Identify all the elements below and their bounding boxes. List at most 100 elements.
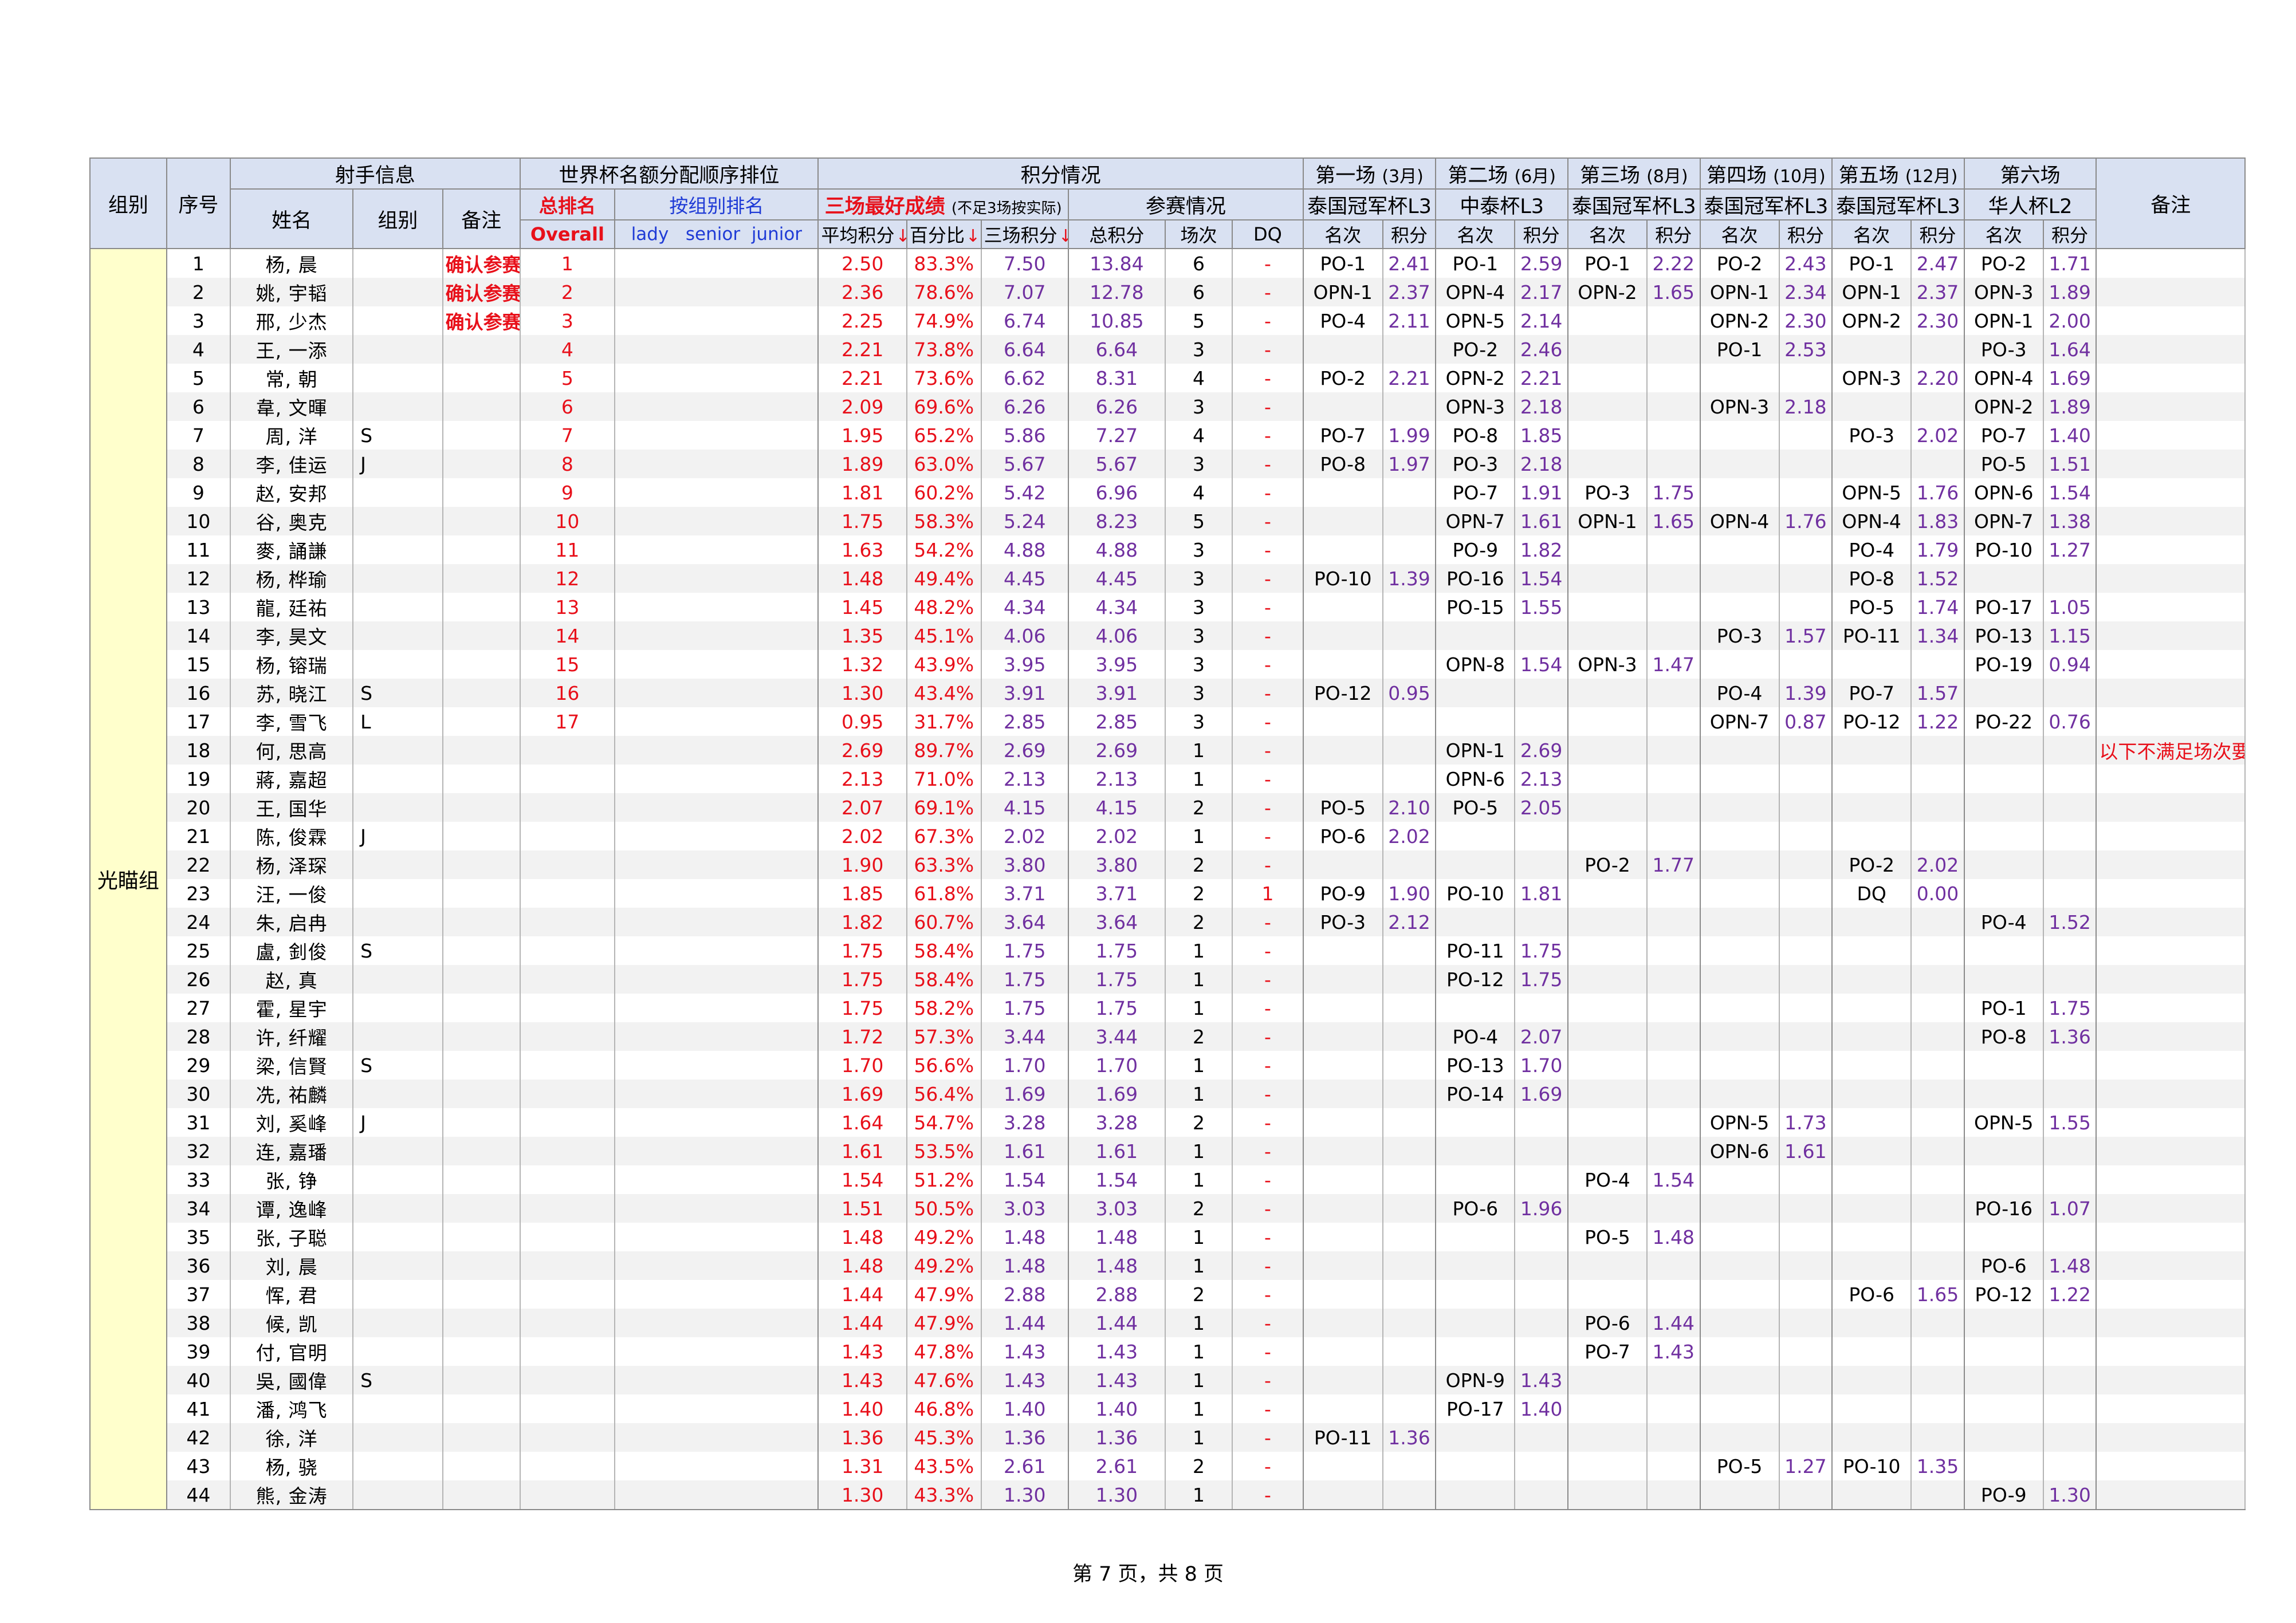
event-count-cell: 1 [1164, 1337, 1233, 1366]
row-note-cell [2096, 421, 2246, 450]
event-1-rank-cell [1302, 650, 1383, 679]
name-cell: 杨, 骁 [230, 1452, 354, 1480]
event-2-points-cell: 2.07 [1514, 1022, 1568, 1051]
event-2-points-cell [1514, 994, 1568, 1022]
event-2-rank-cell: PO-7 [1435, 478, 1516, 507]
group-rank-cell [614, 850, 819, 879]
total-points-cell: 1.48 [1067, 1251, 1166, 1280]
event-count-cell: 1 [1164, 936, 1233, 965]
event-2-rank-cell: PO-14 [1435, 1080, 1516, 1108]
avg-points-cell: 1.36 [817, 1423, 907, 1452]
header-event-5: 第五场 (12月) [1831, 157, 1965, 190]
row-note-cell [2096, 1022, 2246, 1051]
group-rank-cell [614, 879, 819, 908]
avg-points-cell: 1.54 [817, 1165, 907, 1194]
category-cell [352, 1337, 443, 1366]
dq-cell: - [1232, 421, 1304, 450]
event-6-points-cell [2042, 679, 2097, 707]
three-points-cell: 3.71 [980, 879, 1069, 908]
total-points-cell: 1.40 [1067, 1394, 1166, 1423]
group-rank-cell [614, 1394, 819, 1423]
event-1-points-cell [1382, 392, 1437, 421]
event-1-points-cell: 2.12 [1382, 908, 1437, 936]
event-6-points-cell: 1.40 [2042, 421, 2097, 450]
event-6-points-cell: 1.48 [2042, 1251, 2097, 1280]
event-3-rank-cell: OPN-3 [1567, 650, 1648, 679]
name-cell: 王, 一添 [230, 335, 354, 364]
dq-cell: - [1232, 765, 1304, 793]
table-row: 23 汪, 一俊 1.85 61.8% 3.71 3.71 2 1 PO-9 1.90 PO-10 1… [90, 879, 2246, 908]
event-1-rank-cell [1302, 707, 1383, 736]
event-count-cell: 1 [1164, 1223, 1233, 1251]
table-row: 29 梁, 信賢 S 1.70 56.6% 1.70 1.70 1- PO-13 1.70 [90, 1051, 2246, 1080]
event-2-points-cell [1514, 822, 1568, 850]
category-cell [352, 621, 443, 650]
event-2-points-cell [1514, 1309, 1568, 1337]
event-5-rank-cell [1831, 450, 1912, 478]
total-points-cell: 6.26 [1067, 392, 1166, 421]
row-note-cell [2096, 850, 2246, 879]
header-last-remark: 备注 [2096, 157, 2246, 249]
category-cell [352, 736, 443, 765]
event-6-rank-cell: OPN-5 [1963, 1108, 2044, 1137]
event-3-points-cell [1646, 593, 1701, 621]
event-1-rank-cell [1302, 994, 1383, 1022]
event-6-rank-cell: PO-10 [1963, 535, 2044, 564]
header-e6-points: 积分 [2042, 219, 2097, 249]
percent-cell: 46.8% [906, 1394, 982, 1423]
event-1-rank-cell: PO-1 [1302, 249, 1383, 278]
event-2-rank-cell [1435, 1108, 1516, 1137]
event-5-points-cell [1910, 1337, 1965, 1366]
dq-cell: - [1232, 1137, 1304, 1165]
event-1-points-cell: 2.02 [1382, 822, 1437, 850]
overall-rank-cell [519, 1165, 616, 1194]
seq-cell: 7 [166, 421, 231, 450]
row-note-cell [2096, 793, 2246, 822]
row-note-cell [2096, 1366, 2246, 1394]
table-row: 21 陈, 俊霖 J 2.02 67.3% 2.02 2.02 1- PO-6 2.02 [90, 822, 2246, 850]
remark-cell [442, 1223, 521, 1251]
event-count-cell: 1 [1164, 1051, 1233, 1080]
row-note-cell [2096, 249, 2246, 278]
event-4-points-cell [1778, 1309, 1833, 1337]
event-2-rank-cell: OPN-1 [1435, 736, 1516, 765]
event-2-rank-cell: PO-13 [1435, 1051, 1516, 1080]
name-cell: 赵, 安邦 [230, 478, 354, 507]
row-note-cell [2096, 1452, 2246, 1480]
seq-cell: 24 [166, 908, 231, 936]
three-points-cell: 5.24 [980, 507, 1069, 535]
event-2-rank-cell [1435, 1423, 1516, 1452]
three-points-cell: 1.70 [980, 1051, 1069, 1080]
header-event-3: 第三场 (8月) [1567, 157, 1701, 190]
event-2-rank-cell: OPN-8 [1435, 650, 1516, 679]
category-cell: L [352, 707, 443, 736]
event-3-rank-cell [1567, 535, 1648, 564]
event-5-points-cell [1910, 1108, 1965, 1137]
group-rank-cell [614, 650, 819, 679]
event-3-rank-cell [1567, 1251, 1648, 1280]
dq-cell: - [1232, 908, 1304, 936]
remark-cell [442, 364, 521, 392]
event-1-points-cell [1382, 507, 1437, 535]
row-note-cell [2096, 478, 2246, 507]
event-5-rank-cell [1831, 765, 1912, 793]
avg-points-cell: 1.32 [817, 650, 907, 679]
event-2-rank-cell [1435, 679, 1516, 707]
percent-cell: 73.8% [906, 335, 982, 364]
name-cell: 连, 嘉璠 [230, 1137, 354, 1165]
row-note-cell [2096, 650, 2246, 679]
event-6-points-cell: 1.05 [2042, 593, 2097, 621]
category-cell: J [352, 450, 443, 478]
event-1-points-cell [1382, 1394, 1437, 1423]
event-4-rank-cell [1699, 793, 1780, 822]
event-3-rank-cell [1567, 1452, 1648, 1480]
event-5-points-cell [1910, 392, 1965, 421]
overall-rank-cell [519, 793, 616, 822]
category-cell [352, 306, 443, 335]
header-name: 姓名 [230, 188, 354, 249]
seq-cell: 33 [166, 1165, 231, 1194]
event-count-cell: 2 [1164, 1452, 1233, 1480]
header-e6-rank: 名次 [1963, 219, 2044, 249]
event-5-points-cell [1910, 1223, 1965, 1251]
dq-cell: - [1232, 1480, 1304, 1510]
